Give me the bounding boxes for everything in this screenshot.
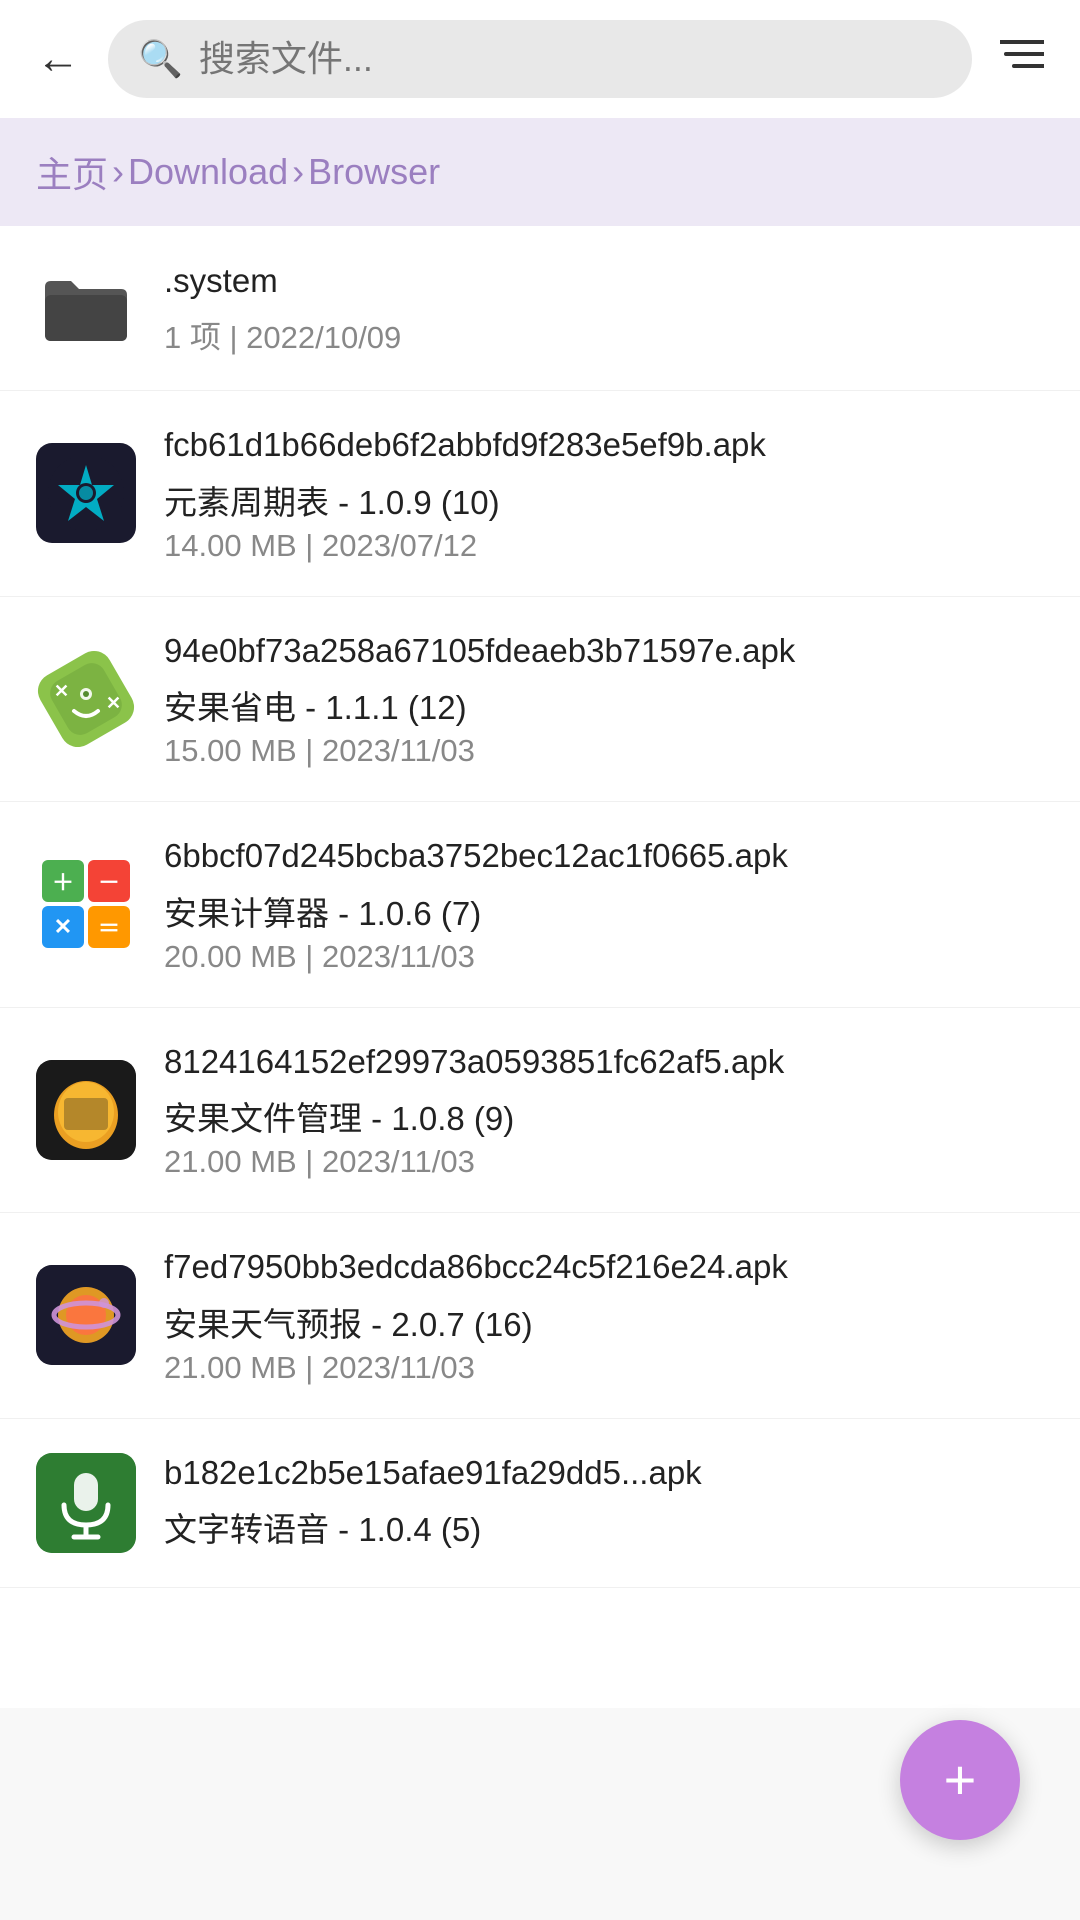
calc-plus: ＋	[42, 860, 84, 902]
file-info: 6bbcf07d245bcba3752bec12ac1f0665.apk 安果计…	[164, 834, 1044, 975]
fab-plus-icon: +	[944, 1752, 977, 1808]
file-info: fcb61d1b66deb6f2abbfd9f283e5ef9b.apk 元素周…	[164, 423, 1044, 564]
sort-button[interactable]	[992, 29, 1052, 89]
list-item[interactable]: .system 1 项 | 2022/10/09	[0, 226, 1080, 391]
file-info: f7ed7950bb3edcda86bcc24c5f216e24.apk 安果天…	[164, 1245, 1044, 1386]
list-item[interactable]: ＋ － ✕ ＝ 6bbcf07d245bcba3752bec12ac1f0665…	[0, 802, 1080, 1008]
file-app-name: 元素周期表 - 1.0.9 (10)	[164, 476, 1044, 524]
file-app-name: 安果天气预报 - 2.0.7 (16)	[164, 1298, 1044, 1346]
svg-text:✕: ✕	[54, 681, 69, 701]
file-info: .system 1 项 | 2022/10/09	[164, 259, 1044, 357]
fab-button[interactable]: +	[900, 1720, 1020, 1840]
star-app-icon	[36, 443, 136, 543]
calc-eq: ＝	[88, 906, 130, 948]
search-input[interactable]	[199, 38, 942, 80]
file-app-name: 安果计算器 - 1.0.6 (7)	[164, 887, 1044, 935]
breadcrumb-sep-2: ›	[292, 151, 304, 193]
file-name: f7ed7950bb3edcda86bcc24c5f216e24.apk	[164, 1245, 1044, 1290]
breadcrumb-download[interactable]: Download	[128, 151, 288, 193]
file-meta: 21.00 MB | 2023/11/03	[164, 1144, 1044, 1180]
file-meta: 1 项 | 2022/10/09	[164, 312, 1044, 357]
file-meta: 21.00 MB | 2023/11/03	[164, 1350, 1044, 1386]
file-info: 94e0bf73a258a67105fdeaeb3b71597e.apk 安果省…	[164, 629, 1044, 770]
search-icon: 🔍	[138, 38, 183, 80]
file-name: 94e0bf73a258a67105fdeaeb3b71597e.apk	[164, 629, 1044, 674]
list-item[interactable]: f7ed7950bb3edcda86bcc24c5f216e24.apk 安果天…	[0, 1213, 1080, 1419]
file-app-name: 安果省电 - 1.1.1 (12)	[164, 681, 1044, 729]
file-app-name: 文字转语音 - 1.0.4 (5)	[164, 1503, 1044, 1551]
breadcrumb-home[interactable]: 主页	[36, 146, 108, 198]
file-name: fcb61d1b66deb6f2abbfd9f283e5ef9b.apk	[164, 423, 1044, 468]
list-item[interactable]: ✕ ✕ 94e0bf73a258a67105fdeaeb3b71597e.apk…	[0, 597, 1080, 803]
breadcrumb-browser[interactable]: Browser	[308, 151, 440, 193]
file-meta: 15.00 MB | 2023/11/03	[164, 733, 1044, 769]
breadcrumb-sep-1: ›	[112, 151, 124, 193]
calc-times: ✕	[42, 906, 84, 948]
file-app-name: 安果文件管理 - 1.0.8 (9)	[164, 1092, 1044, 1140]
calc-minus: －	[88, 860, 130, 902]
file-name: 6bbcf07d245bcba3752bec12ac1f0665.apk	[164, 834, 1044, 879]
sort-icon	[1000, 36, 1044, 82]
list-item[interactable]: b182e1c2b5e15afae91fa29dd5...apk 文字转语音 -…	[0, 1419, 1080, 1589]
file-info: b182e1c2b5e15afae91fa29dd5...apk 文字转语音 -…	[164, 1451, 1044, 1556]
header: ← 🔍	[0, 0, 1080, 118]
svg-text:✕: ✕	[106, 693, 121, 713]
weather-app-icon	[36, 1265, 136, 1365]
back-button[interactable]: ←	[28, 29, 88, 89]
mic-app-icon	[36, 1453, 136, 1553]
file-name: .system	[164, 259, 1044, 304]
file-info: 8124164152ef29973a0593851fc62af5.apk 安果文…	[164, 1040, 1044, 1181]
file-list: .system 1 项 | 2022/10/09 fcb61d1b66deb6f…	[0, 226, 1080, 1708]
file-meta: 20.00 MB | 2023/11/03	[164, 939, 1044, 975]
breadcrumb: 主页 › Download › Browser	[0, 118, 1080, 226]
file-name: b182e1c2b5e15afae91fa29dd5...apk	[164, 1451, 1044, 1496]
folder-icon	[36, 258, 136, 358]
list-item[interactable]: 8124164152ef29973a0593851fc62af5.apk 安果文…	[0, 1008, 1080, 1214]
calculator-app-icon: ＋ － ✕ ＝	[36, 854, 136, 954]
file-meta: 14.00 MB | 2023/07/12	[164, 528, 1044, 564]
files-app-icon	[36, 1060, 136, 1160]
file-name: 8124164152ef29973a0593851fc62af5.apk	[164, 1040, 1044, 1085]
battery-app-icon: ✕ ✕	[36, 649, 136, 749]
list-item[interactable]: fcb61d1b66deb6f2abbfd9f283e5ef9b.apk 元素周…	[0, 391, 1080, 597]
search-bar[interactable]: 🔍	[108, 20, 972, 98]
back-icon: ←	[36, 37, 80, 81]
